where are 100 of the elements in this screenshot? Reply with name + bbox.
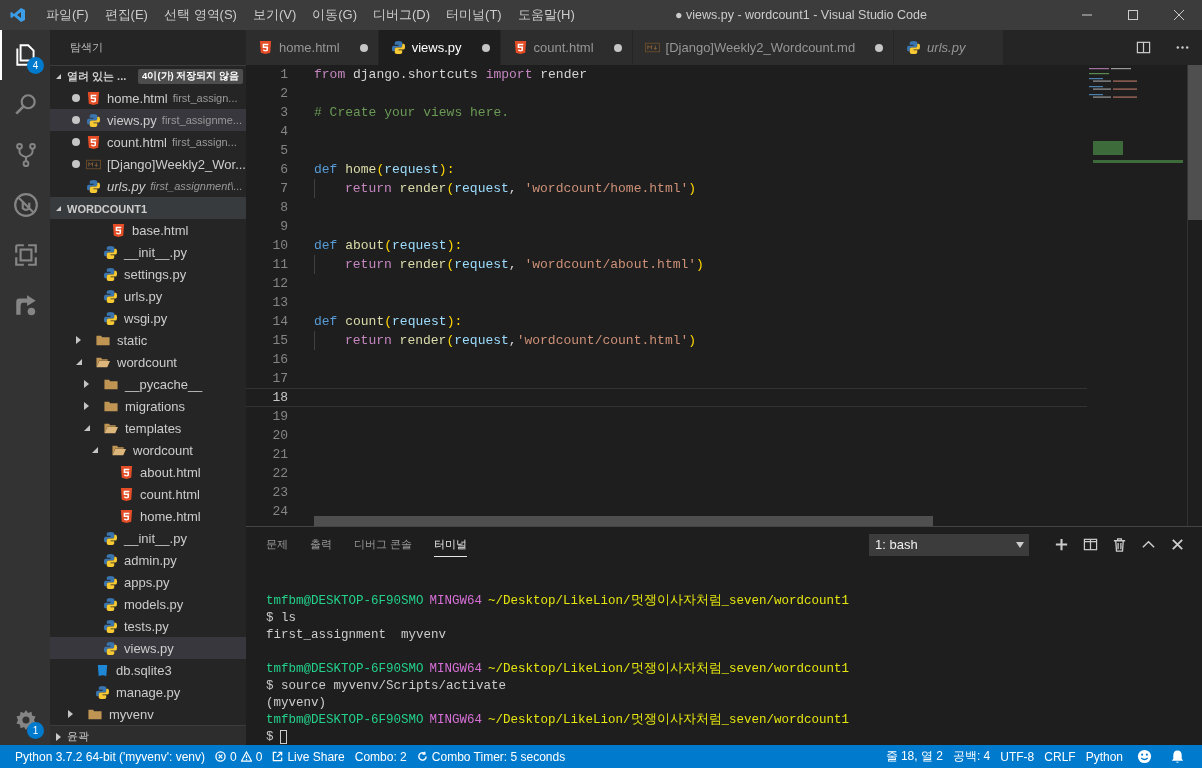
- tree-item[interactable]: about.html: [50, 461, 246, 483]
- tree-item[interactable]: wsgi.py: [50, 307, 246, 329]
- tree-item[interactable]: __init__.py: [50, 241, 246, 263]
- prompt-user: tmfbm@DESKTOP-6F90SMO: [266, 593, 424, 608]
- line-number: 18: [271, 390, 288, 405]
- section-header[interactable]: 윤곽: [50, 725, 246, 745]
- status-item[interactable]: UTF-8: [1000, 749, 1035, 764]
- manage-button[interactable]: 1: [0, 695, 50, 745]
- bell-icon[interactable]: [1170, 749, 1185, 764]
- tree-item[interactable]: admin.py: [50, 549, 246, 571]
- python-file-icon: [103, 288, 118, 304]
- status-item[interactable]: Combo: 2: [354, 749, 407, 764]
- tree-item[interactable]: myvenv: [50, 703, 246, 725]
- panel-tab[interactable]: 디버그 콘솔: [354, 533, 413, 556]
- live-share-status[interactable]: Live Share: [272, 749, 345, 764]
- tree-item[interactable]: __pycache__: [50, 373, 246, 395]
- status-item[interactable]: 줄 18, 열 2: [885, 748, 943, 765]
- split-terminal-icon[interactable]: [1083, 537, 1098, 552]
- editor-tab[interactable]: [Django]Weekly2_Wordcount.md: [632, 30, 895, 65]
- smiley-icon[interactable]: [1137, 749, 1152, 764]
- problems-status[interactable]: 0 0: [215, 749, 263, 764]
- tree-item[interactable]: apps.py: [50, 571, 246, 593]
- scrollbar-thumb[interactable]: [1188, 65, 1202, 220]
- file-name: count.html: [107, 134, 167, 150]
- tree-item[interactable]: static: [50, 329, 246, 351]
- split-editor-icon[interactable]: [1136, 40, 1151, 55]
- code-line: from django.shortcuts import render: [314, 67, 588, 82]
- timer-status[interactable]: Combo Timer: 5 seconds: [416, 749, 566, 764]
- menu-item[interactable]: 이동(G): [304, 6, 366, 24]
- editor-tab[interactable]: views.py: [378, 30, 501, 65]
- line-number: 12: [271, 276, 288, 291]
- menu-item[interactable]: 터미널(T): [438, 6, 510, 24]
- code-line: return render(request, 'wordcount/about.html'): [345, 257, 704, 272]
- editor-tab[interactable]: home.html: [246, 30, 379, 65]
- menu-item[interactable]: 보기(V): [244, 6, 305, 24]
- unsaved-dot-icon: [481, 43, 490, 52]
- horizontal-scrollbar[interactable]: [314, 516, 933, 526]
- file-path: first_assignment\...: [150, 180, 243, 192]
- editor-tab[interactable]: urls.py: [894, 30, 1005, 65]
- tree-item-label: base.html: [132, 222, 189, 238]
- line-number: 19: [271, 409, 288, 424]
- status-item[interactable]: CRLF: [1044, 749, 1076, 764]
- menu-item[interactable]: 도움말(H): [509, 6, 583, 24]
- close-icon[interactable]: [1170, 537, 1185, 552]
- tree-item[interactable]: settings.py: [50, 263, 246, 285]
- file-name: views.py: [107, 112, 157, 128]
- tab-label: urls.py: [927, 40, 966, 55]
- open-editor-item[interactable]: [Django]Weekly2_Wor...: [50, 153, 246, 175]
- tree-item-label: views.py: [124, 640, 174, 656]
- editor-tab[interactable]: count.html: [500, 30, 633, 65]
- terminal-dropdown[interactable]: 1: bash: [869, 533, 1029, 556]
- markdown-file-icon: [644, 40, 660, 55]
- line-number: 11: [271, 257, 288, 272]
- menu-item[interactable]: 디버그(D): [365, 6, 439, 24]
- open-editor-item[interactable]: home.html first_assign...: [50, 87, 246, 109]
- maximize-icon[interactable]: [1127, 9, 1139, 21]
- line-number: 6: [279, 162, 288, 177]
- tree-item[interactable]: home.html: [50, 505, 246, 527]
- tree-item[interactable]: __init__.py: [50, 527, 246, 549]
- text-cursor: [279, 729, 287, 744]
- share-icon: [272, 751, 284, 762]
- menu-item[interactable]: 파일(F): [38, 6, 97, 24]
- tree-item[interactable]: tests.py: [50, 615, 246, 637]
- panel-tab[interactable]: 문제: [266, 533, 288, 556]
- tree-item-label: myvenv: [109, 706, 154, 722]
- tree-item[interactable]: count.html: [50, 483, 246, 505]
- line-number: 7: [279, 181, 288, 196]
- count-badge: 1: [27, 722, 44, 739]
- html-file-icon: [86, 90, 101, 106]
- tree-item[interactable]: manage.py: [50, 681, 246, 703]
- plus-icon[interactable]: [1054, 537, 1069, 552]
- status-item[interactable]: Python 3.7.2 64-bit ('myvenv': venv): [15, 749, 205, 764]
- tree-item[interactable]: wordcount: [50, 439, 246, 461]
- panel-tab[interactable]: 터미널: [434, 532, 468, 557]
- tree-item[interactable]: templates: [50, 417, 246, 439]
- open-editor-item[interactable]: count.html first_assign...: [50, 131, 246, 153]
- status-item[interactable]: 공백: 4: [952, 748, 991, 765]
- tree-item[interactable]: base.html: [50, 219, 246, 241]
- python-file-icon: [103, 618, 118, 634]
- menu-item[interactable]: 편집(E): [96, 6, 156, 24]
- open-editor-item[interactable]: views.py first_assignme...: [50, 109, 246, 131]
- line-number: 9: [279, 219, 288, 234]
- trash-icon[interactable]: [1112, 537, 1127, 552]
- section-header[interactable]: WORDCOUNT1: [50, 197, 246, 219]
- tree-item-label: settings.py: [124, 266, 187, 282]
- tree-item-label: wsgi.py: [124, 310, 168, 326]
- tree-item[interactable]: urls.py: [50, 285, 246, 307]
- panel-tab[interactable]: 출력: [310, 533, 332, 556]
- status-item[interactable]: Python: [1085, 749, 1123, 764]
- tree-item-label: manage.py: [116, 684, 181, 700]
- menu-item[interactable]: 선택 영역(S): [155, 6, 245, 24]
- tree-item[interactable]: models.py: [50, 593, 246, 615]
- close-icon[interactable]: [1173, 9, 1185, 21]
- line-number: 3: [279, 105, 288, 120]
- tree-item[interactable]: migrations: [50, 395, 246, 417]
- tree-item[interactable]: views.py: [50, 637, 246, 659]
- section-header[interactable]: 열려 있는 ... 4이(가) 저장되지 않음: [50, 65, 246, 87]
- tree-item[interactable]: wordcount: [50, 351, 246, 373]
- tree-item[interactable]: db.sqlite3: [50, 659, 246, 681]
- open-editor-item[interactable]: urls.py first_assignment\...: [50, 175, 246, 197]
